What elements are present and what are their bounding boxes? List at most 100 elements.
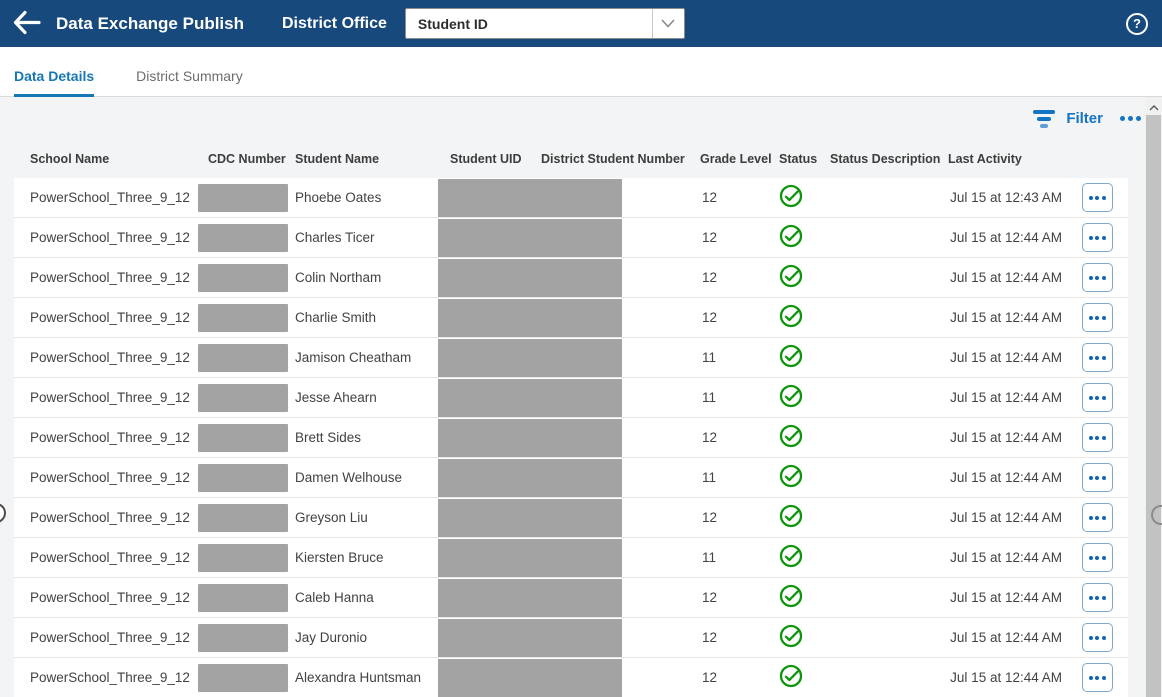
cdc-number-cell <box>198 623 295 652</box>
row-actions-button[interactable] <box>1081 303 1113 332</box>
ellipsis-icon <box>1120 116 1141 121</box>
ellipsis-icon <box>1088 395 1106 400</box>
row-actions-button[interactable] <box>1081 183 1113 212</box>
previous-page-edge-button[interactable] <box>0 503 6 523</box>
cdc-number-cell <box>198 503 295 532</box>
grade-level-cell: 12 <box>702 430 718 445</box>
grade-level-cell: 11 <box>702 470 717 485</box>
more-options-button[interactable] <box>1118 112 1143 125</box>
vertical-scrollbar[interactable] <box>1145 97 1162 697</box>
grade-level-cell: 11 <box>702 390 717 405</box>
status-cell <box>779 544 830 571</box>
redacted-cdc-number <box>198 503 288 532</box>
table-row: PowerSchool_Three_9_12 Greyson Liu 12 Ju… <box>14 498 1128 538</box>
chevron-down-icon[interactable] <box>651 9 684 38</box>
actions-cell <box>1066 303 1128 332</box>
table-row: PowerSchool_Three_9_12 Kiersten Bruce 11 <box>14 538 1128 578</box>
row-actions-button[interactable] <box>1081 423 1113 452</box>
cdc-number-cell <box>198 343 295 372</box>
redacted-student-uid <box>438 578 622 617</box>
table-toolbar: Filter <box>0 97 1162 140</box>
school-name-cell: PowerSchool_Three_9_12 <box>30 590 190 605</box>
ellipsis-icon <box>1088 275 1106 280</box>
row-actions-button[interactable] <box>1081 503 1113 532</box>
row-actions-button[interactable] <box>1081 463 1113 492</box>
student-uid-cell <box>438 578 700 617</box>
ellipsis-icon <box>1088 315 1106 320</box>
row-actions-button[interactable] <box>1081 583 1113 612</box>
redacted-student-uid <box>438 498 622 537</box>
student-uid-cell <box>438 378 700 417</box>
redacted-cdc-number <box>198 263 288 292</box>
redacted-student-uid <box>438 378 622 417</box>
table-row: PowerSchool_Three_9_12 Jamison Cheatham … <box>14 338 1128 378</box>
student-uid-cell <box>438 538 700 577</box>
redacted-cdc-number <box>198 543 288 572</box>
row-actions-button[interactable] <box>1081 543 1113 572</box>
last-activity-cell: Jul 15 at 12:44 AM <box>950 630 1062 645</box>
last-activity-cell: Jul 15 at 12:43 AM <box>950 190 1062 205</box>
ellipsis-icon <box>1088 555 1106 560</box>
student-uid-cell <box>438 618 700 657</box>
status-success-icon <box>779 624 803 651</box>
redacted-student-uid <box>438 658 622 697</box>
student-name-cell: Brett Sides <box>295 430 362 445</box>
top-bar: Data Exchange Publish District Office St… <box>0 0 1162 47</box>
status-success-icon <box>779 304 803 331</box>
school-name-cell: PowerSchool_Three_9_12 <box>30 510 190 525</box>
table-row: PowerSchool_Three_9_12 Caleb Hanna 12 Ju… <box>14 578 1128 618</box>
ellipsis-icon <box>1088 435 1106 440</box>
redacted-cdc-number <box>198 623 288 652</box>
status-success-icon <box>779 344 803 371</box>
redacted-student-uid <box>438 618 622 657</box>
row-actions-button[interactable] <box>1081 663 1113 692</box>
last-activity-cell: Jul 15 at 12:44 AM <box>950 430 1062 445</box>
actions-cell <box>1066 623 1128 652</box>
row-actions-button[interactable] <box>1081 263 1113 292</box>
grade-level-cell: 12 <box>702 230 718 245</box>
filter-icon <box>1033 109 1056 128</box>
school-name-cell: PowerSchool_Three_9_12 <box>30 230 190 245</box>
redacted-cdc-number <box>198 183 288 212</box>
redacted-student-uid <box>438 458 622 497</box>
last-activity-cell: Jul 15 at 12:44 AM <box>950 470 1062 485</box>
school-name-cell: PowerSchool_Three_9_12 <box>30 670 190 685</box>
student-name-cell: Kiersten Bruce <box>295 550 384 565</box>
back-button[interactable] <box>12 8 48 40</box>
student-uid-cell <box>438 338 700 377</box>
column-header-grade-level: Grade Level <box>700 152 772 166</box>
publish-type-dropdown[interactable]: Student ID <box>404 8 685 39</box>
actions-cell <box>1066 343 1128 372</box>
actions-cell <box>1066 583 1128 612</box>
ellipsis-icon <box>1088 515 1106 520</box>
cdc-number-cell <box>198 543 295 572</box>
status-success-icon <box>779 664 803 691</box>
redacted-cdc-number <box>198 463 288 492</box>
last-activity-cell: Jul 15 at 12:44 AM <box>950 390 1062 405</box>
scrollbar-thumb[interactable] <box>1146 115 1161 697</box>
row-actions-button[interactable] <box>1081 383 1113 412</box>
cdc-number-cell <box>198 583 295 612</box>
status-success-icon <box>779 384 803 411</box>
scroll-up-button[interactable] <box>1145 97 1162 115</box>
ellipsis-icon <box>1088 475 1106 480</box>
row-actions-button[interactable] <box>1081 343 1113 372</box>
redacted-student-uid <box>438 338 622 377</box>
row-actions-button[interactable] <box>1081 623 1113 652</box>
help-button[interactable]: ? <box>1126 12 1148 35</box>
cdc-number-cell <box>198 263 295 292</box>
filter-button[interactable]: Filter <box>1033 109 1103 128</box>
status-success-icon <box>779 224 803 251</box>
status-cell <box>779 424 830 451</box>
redacted-cdc-number <box>198 303 288 332</box>
question-mark-icon: ? <box>1133 16 1141 31</box>
tab-district-summary[interactable]: District Summary <box>136 68 243 97</box>
student-uid-cell <box>438 178 700 217</box>
last-activity-cell: Jul 15 at 12:44 AM <box>950 590 1062 605</box>
redacted-cdc-number <box>198 343 288 372</box>
tab-data-details[interactable]: Data Details <box>14 68 95 97</box>
table-row: PowerSchool_Three_9_12 Jay Duronio 12 Ju… <box>14 618 1128 658</box>
redacted-student-uid <box>438 258 622 297</box>
row-actions-button[interactable] <box>1081 223 1113 252</box>
ellipsis-icon <box>1088 195 1106 200</box>
